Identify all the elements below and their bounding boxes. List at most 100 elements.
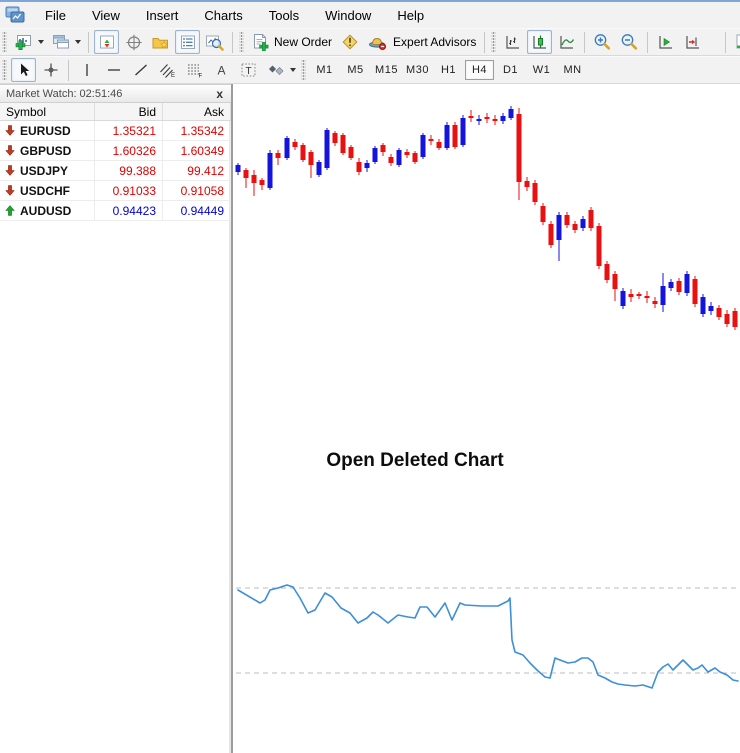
candle-body xyxy=(717,308,722,317)
timeframe-button-m5[interactable]: M5 xyxy=(341,60,370,80)
timeframe-button-h4[interactable]: H4 xyxy=(465,60,494,80)
navigator-icon xyxy=(151,34,170,51)
toolbar-separator xyxy=(88,32,89,53)
candle-body xyxy=(244,170,249,178)
cursor-icon xyxy=(16,62,32,78)
close-icon[interactable]: x xyxy=(214,88,225,100)
column-header-bid[interactable]: Bid xyxy=(95,103,163,120)
trendline-button[interactable] xyxy=(128,58,153,82)
zoom-out-button[interactable] xyxy=(617,30,642,54)
timeframe-button-m30[interactable]: M30 xyxy=(403,60,432,80)
timeframe-button-h1[interactable]: H1 xyxy=(434,60,463,80)
candle-body xyxy=(260,180,265,185)
new-order-button[interactable]: New Order xyxy=(248,30,335,54)
timeframe-button-w1[interactable]: W1 xyxy=(527,60,556,80)
zoom-out-icon xyxy=(620,33,639,51)
alert-button[interactable] xyxy=(337,30,363,54)
toolbar-grip[interactable] xyxy=(2,60,7,80)
timeframe-button-m15[interactable]: M15 xyxy=(372,60,401,80)
fibonacci-button[interactable]: F xyxy=(182,58,207,82)
candle-body xyxy=(725,314,730,324)
column-header-symbol[interactable]: Symbol xyxy=(0,103,95,120)
timeframe-button-m1[interactable]: M1 xyxy=(310,60,339,80)
zoom-in-button[interactable] xyxy=(590,30,615,54)
arrows-button[interactable] xyxy=(263,58,288,82)
timeframe-button-mn[interactable]: MN xyxy=(558,60,587,80)
new-chart-button[interactable] xyxy=(11,30,36,54)
column-header-ask[interactable]: Ask xyxy=(163,103,231,120)
candle-body xyxy=(317,162,322,175)
menu-item-file[interactable]: File xyxy=(32,4,79,27)
expert-advisors-button[interactable]: Expert Advisors xyxy=(365,30,479,54)
arrows-dropdown-caret[interactable] xyxy=(290,68,296,72)
new-chart-dropdown-caret[interactable] xyxy=(38,40,44,44)
fibonacci-icon: F xyxy=(186,62,203,78)
profiles-dropdown-caret[interactable] xyxy=(75,40,81,44)
candle-body xyxy=(309,152,314,165)
chart-shift-button[interactable] xyxy=(680,30,705,54)
candle-body xyxy=(605,264,610,280)
candle-body xyxy=(421,135,426,157)
workspace: Market Watch: 02:51:46 x Symbol Bid Ask … xyxy=(0,84,740,753)
candle-body xyxy=(301,145,306,160)
navigator-button[interactable] xyxy=(148,30,173,54)
candlestick-chart-button[interactable] xyxy=(527,30,552,54)
toolbar-separator xyxy=(232,32,233,53)
market-watch-row-gbpusd[interactable]: GBPUSD1.603261.60349 xyxy=(0,141,231,161)
new-order-icon xyxy=(251,33,269,51)
candle-body xyxy=(405,152,410,155)
indicators-button[interactable]: f xyxy=(731,30,740,54)
crosshair-button[interactable] xyxy=(38,58,63,82)
menu-item-help[interactable]: Help xyxy=(384,4,437,27)
menu-item-tools[interactable]: Tools xyxy=(256,4,312,27)
cursor-button[interactable] xyxy=(11,58,36,82)
bar-chart-button[interactable] xyxy=(500,30,525,54)
market-watch-row-usdjpy[interactable]: USDJPY99.38899.412 xyxy=(0,161,231,181)
market-watch-row-eurusd[interactable]: EURUSD1.353211.35342 xyxy=(0,121,231,141)
market-watch-row-audusd[interactable]: AUDUSD0.944230.94449 xyxy=(0,201,231,221)
market-watch-icon xyxy=(98,34,116,51)
ask-value: 1.35342 xyxy=(163,121,231,140)
menu-item-view[interactable]: View xyxy=(79,4,133,27)
toolbar-grip[interactable] xyxy=(2,32,7,52)
equidistant-channel-button[interactable]: E xyxy=(155,58,180,82)
toolbar-grip[interactable] xyxy=(301,60,306,80)
strategy-tester-button[interactable] xyxy=(202,30,227,54)
market-watch-row-usdchf[interactable]: USDCHF0.910330.91058 xyxy=(0,181,231,201)
auto-scroll-icon xyxy=(657,34,675,51)
menu-item-window[interactable]: Window xyxy=(312,4,384,27)
chart-pane[interactable]: Open Deleted Chart xyxy=(233,84,740,753)
candle-body xyxy=(581,219,586,228)
candle-body xyxy=(637,294,642,296)
timeframe-button-d1[interactable]: D1 xyxy=(496,60,525,80)
toolbar-separator xyxy=(647,32,648,53)
terminal-button[interactable] xyxy=(175,30,200,54)
vertical-line-button[interactable] xyxy=(74,58,99,82)
data-window-button[interactable] xyxy=(121,30,146,54)
candle-body xyxy=(293,142,298,147)
horizontal-line-button[interactable] xyxy=(101,58,126,82)
data-window-icon xyxy=(125,34,143,51)
toolbar-grip[interactable] xyxy=(239,32,244,52)
candle-body xyxy=(645,296,650,298)
market-watch-toggle-button[interactable] xyxy=(94,30,119,54)
toolbar-grip[interactable] xyxy=(491,32,496,52)
down-arrow-icon xyxy=(5,185,15,196)
menu-item-insert[interactable]: Insert xyxy=(133,4,192,27)
crosshair-icon xyxy=(43,62,59,78)
candle-body xyxy=(669,282,674,288)
profiles-button[interactable] xyxy=(48,30,73,54)
menu-item-charts[interactable]: Charts xyxy=(191,4,255,27)
line-chart-button[interactable] xyxy=(554,30,579,54)
symbol-label: GBPUSD xyxy=(20,144,71,158)
market-watch-titlebar[interactable]: Market Watch: 02:51:46 x xyxy=(0,84,231,103)
down-arrow-icon xyxy=(5,125,15,136)
text-button[interactable]: A xyxy=(209,58,234,82)
candle-body xyxy=(357,162,362,172)
chart-overlay-text: Open Deleted Chart xyxy=(326,450,503,472)
candle-body xyxy=(597,226,602,266)
candle-body xyxy=(341,135,346,153)
candle-body xyxy=(653,301,658,304)
text-label-button[interactable]: T xyxy=(236,58,261,82)
auto-scroll-button[interactable] xyxy=(653,30,678,54)
